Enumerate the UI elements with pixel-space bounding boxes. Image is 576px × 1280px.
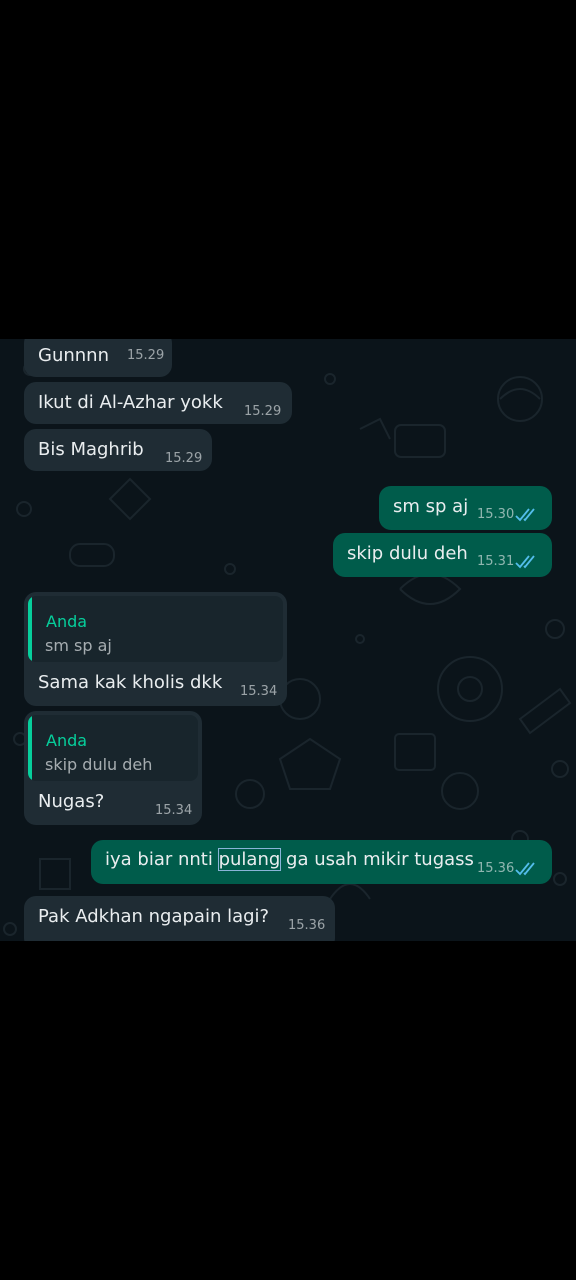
message-text: sm sp aj — [393, 496, 469, 517]
message-time: 15.34 — [155, 803, 193, 818]
double-check-read-icon — [515, 555, 535, 569]
message-time: 15.36 — [288, 918, 326, 933]
message-text: Pak Adkhan ngapain lagi? — [38, 906, 270, 927]
quote-accent-bar — [28, 715, 32, 781]
double-check-read-icon — [515, 862, 535, 876]
message-time: 15.29 — [165, 451, 203, 466]
screenshot-page: Gunnnn 15.29 Ikut di Al-Azhar yokk 15.29… — [0, 0, 576, 1280]
incoming-reply-message[interactable]: Anda skip dulu deh Nugas? 15.34 — [24, 711, 202, 825]
message-time: 15.29 — [127, 348, 165, 363]
message-time: 15.36 — [477, 861, 515, 876]
incoming-message[interactable]: Ikut di Al-Azhar yokk 15.29 — [24, 382, 292, 424]
incoming-message[interactable]: Bis Maghrib 15.29 — [24, 429, 212, 471]
incoming-message[interactable]: Gunnnn 15.29 — [24, 339, 172, 377]
quoted-message[interactable]: Anda sm sp aj — [28, 596, 283, 662]
search-highlight-word[interactable]: pulang — [217, 848, 282, 871]
message-text: skip dulu deh — [347, 543, 468, 564]
message-text: iya biar nnti pulang ga usah mikir tugas… — [105, 848, 474, 871]
message-text: Bis Maghrib — [38, 439, 144, 460]
message-time: 15.29 — [244, 404, 282, 419]
outgoing-message[interactable]: iya biar nnti pulang ga usah mikir tugas… — [91, 840, 552, 884]
message-text-part: iya biar nnti — [105, 849, 219, 870]
incoming-reply-message[interactable]: Anda sm sp aj Sama kak kholis dkk 15.34 — [24, 592, 287, 706]
message-text: Gunnnn — [38, 345, 109, 366]
double-check-read-icon — [515, 508, 535, 522]
chat-area[interactable]: Gunnnn 15.29 Ikut di Al-Azhar yokk 15.29… — [0, 339, 576, 941]
message-time: 15.30 — [477, 507, 515, 522]
message-time: 15.31 — [477, 554, 515, 569]
quote-author: Anda — [46, 731, 88, 750]
outgoing-message[interactable]: skip dulu deh 15.31 — [333, 533, 552, 577]
quote-author: Anda — [46, 612, 88, 631]
quoted-message[interactable]: Anda skip dulu deh — [28, 715, 198, 781]
quote-text: skip dulu deh — [45, 755, 153, 774]
incoming-message[interactable]: Pak Adkhan ngapain lagi? 15.36 — [24, 896, 335, 941]
message-text-part: ga usah mikir tugass — [280, 849, 474, 870]
outgoing-message[interactable]: sm sp aj 15.30 — [379, 486, 552, 530]
message-text: Nugas? — [38, 791, 105, 812]
message-text: Sama kak kholis dkk — [38, 672, 223, 693]
quote-text: sm sp aj — [45, 636, 112, 655]
quote-accent-bar — [28, 596, 32, 662]
message-text: Ikut di Al-Azhar yokk — [38, 392, 223, 413]
message-time: 15.34 — [240, 684, 278, 699]
